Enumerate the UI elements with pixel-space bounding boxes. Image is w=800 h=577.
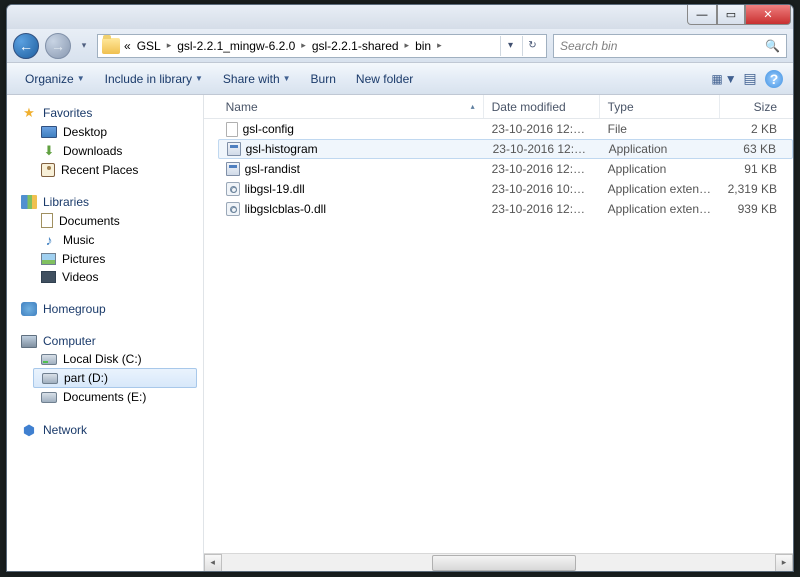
dll-icon	[226, 182, 240, 196]
file-row[interactable]: gsl-randist 23-10-2016 12:28 ...Applicat…	[218, 159, 793, 179]
network-header[interactable]: ⬢Network	[7, 420, 203, 440]
column-date[interactable]: Date modified	[484, 95, 600, 118]
column-name[interactable]: Name▴	[218, 95, 484, 118]
scroll-track[interactable]	[222, 554, 775, 572]
file-list-pane: Name▴ Date modified Type Size gsl-config…	[204, 95, 793, 571]
application-icon	[227, 142, 241, 156]
search-placeholder: Search bin	[560, 39, 617, 53]
sidebar-item-part-d[interactable]: part (D:)	[33, 368, 197, 388]
favorites-header[interactable]: ★Favorites	[7, 103, 203, 123]
scroll-left-button[interactable]: ◂	[204, 554, 222, 572]
computer-header[interactable]: Computer	[7, 332, 203, 350]
column-size[interactable]: Size	[720, 95, 793, 118]
forward-button[interactable]: →	[45, 33, 71, 59]
sidebar-item-recent[interactable]: Recent Places	[7, 161, 203, 179]
column-headers: Name▴ Date modified Type Size	[204, 95, 793, 119]
file-row[interactable]: libgslcblas-0.dll 23-10-2016 12:24 ...Ap…	[218, 199, 793, 219]
sidebar-item-docs-e[interactable]: Documents (E:)	[7, 388, 203, 406]
titlebar: — ▭ ✕	[7, 5, 793, 29]
file-list: gsl-config 23-10-2016 12:28 ...File2 KB …	[204, 119, 793, 553]
breadcrumb-item[interactable]: GSL	[135, 39, 163, 53]
sidebar-item-music[interactable]: ♪Music	[7, 230, 203, 250]
navigation-pane: ★Favorites Desktop ⬇Downloads Recent Pla…	[7, 95, 204, 571]
scroll-right-button[interactable]: ▸	[775, 554, 793, 572]
preview-pane-button[interactable]: ▤	[739, 68, 761, 90]
sort-arrow-icon: ▴	[471, 102, 475, 111]
maximize-button[interactable]: ▭	[717, 5, 745, 25]
help-button[interactable]: ?	[765, 70, 783, 88]
minimize-button[interactable]: —	[687, 5, 717, 25]
sidebar-item-downloads[interactable]: ⬇Downloads	[7, 141, 203, 161]
chevron-right-icon[interactable]: ▸	[435, 40, 444, 51]
sidebar-item-pictures[interactable]: Pictures	[7, 250, 203, 268]
horizontal-scrollbar[interactable]: ◂ ▸	[204, 553, 793, 571]
back-button[interactable]: ←	[13, 33, 39, 59]
breadcrumb-prefix: «	[122, 39, 133, 53]
homegroup-header[interactable]: Homegroup	[7, 300, 203, 318]
file-icon	[226, 122, 238, 137]
file-row[interactable]: gsl-histogram 23-10-2016 12:28 ...Applic…	[218, 139, 793, 159]
search-input[interactable]: Search bin 🔍	[553, 34, 787, 58]
column-type[interactable]: Type	[600, 95, 720, 118]
nav-bar: ← → ▾ « GSL ▸ gsl-2.2.1_mingw-6.2.0 ▸ gs…	[7, 29, 793, 63]
content-area: ★Favorites Desktop ⬇Downloads Recent Pla…	[7, 95, 793, 571]
chevron-right-icon[interactable]: ▸	[299, 40, 308, 51]
file-row[interactable]: gsl-config 23-10-2016 12:28 ...File2 KB	[218, 119, 793, 139]
explorer-window: — ▭ ✕ ← → ▾ « GSL ▸ gsl-2.2.1_mingw-6.2.…	[6, 4, 794, 572]
address-bar[interactable]: « GSL ▸ gsl-2.2.1_mingw-6.2.0 ▸ gsl-2.2.…	[97, 34, 547, 58]
scroll-thumb[interactable]	[432, 555, 576, 571]
chevron-right-icon[interactable]: ▸	[165, 40, 174, 51]
sidebar-item-local-c[interactable]: Local Disk (C:)	[7, 350, 203, 368]
share-button[interactable]: Share with▼	[215, 68, 299, 90]
address-dropdown[interactable]: ▾	[500, 36, 520, 56]
burn-button[interactable]: Burn	[303, 68, 344, 90]
refresh-button[interactable]: ↻	[522, 36, 542, 56]
breadcrumb-item[interactable]: gsl-2.2.1-shared	[310, 39, 401, 53]
folder-icon	[102, 38, 120, 54]
toolbar: Organize▼ Include in library▼ Share with…	[7, 63, 793, 95]
view-options-button[interactable]: ▦▼	[713, 68, 735, 90]
breadcrumb-item[interactable]: bin	[413, 39, 433, 53]
sidebar-item-videos[interactable]: Videos	[7, 268, 203, 286]
sidebar-item-documents[interactable]: Documents	[7, 211, 203, 230]
libraries-header[interactable]: Libraries	[7, 193, 203, 211]
breadcrumb-item[interactable]: gsl-2.2.1_mingw-6.2.0	[175, 39, 297, 53]
organize-button[interactable]: Organize▼	[17, 68, 93, 90]
nav-history-dropdown[interactable]: ▾	[77, 37, 91, 55]
chevron-right-icon[interactable]: ▸	[403, 40, 412, 51]
sidebar-item-desktop[interactable]: Desktop	[7, 123, 203, 141]
search-icon: 🔍	[765, 39, 780, 53]
application-icon	[226, 162, 240, 176]
close-button[interactable]: ✕	[745, 5, 791, 25]
new-folder-button[interactable]: New folder	[348, 68, 421, 90]
file-row[interactable]: libgsl-19.dll 23-10-2016 10:32 ...Applic…	[218, 179, 793, 199]
dll-icon	[226, 202, 240, 216]
include-library-button[interactable]: Include in library▼	[97, 68, 211, 90]
